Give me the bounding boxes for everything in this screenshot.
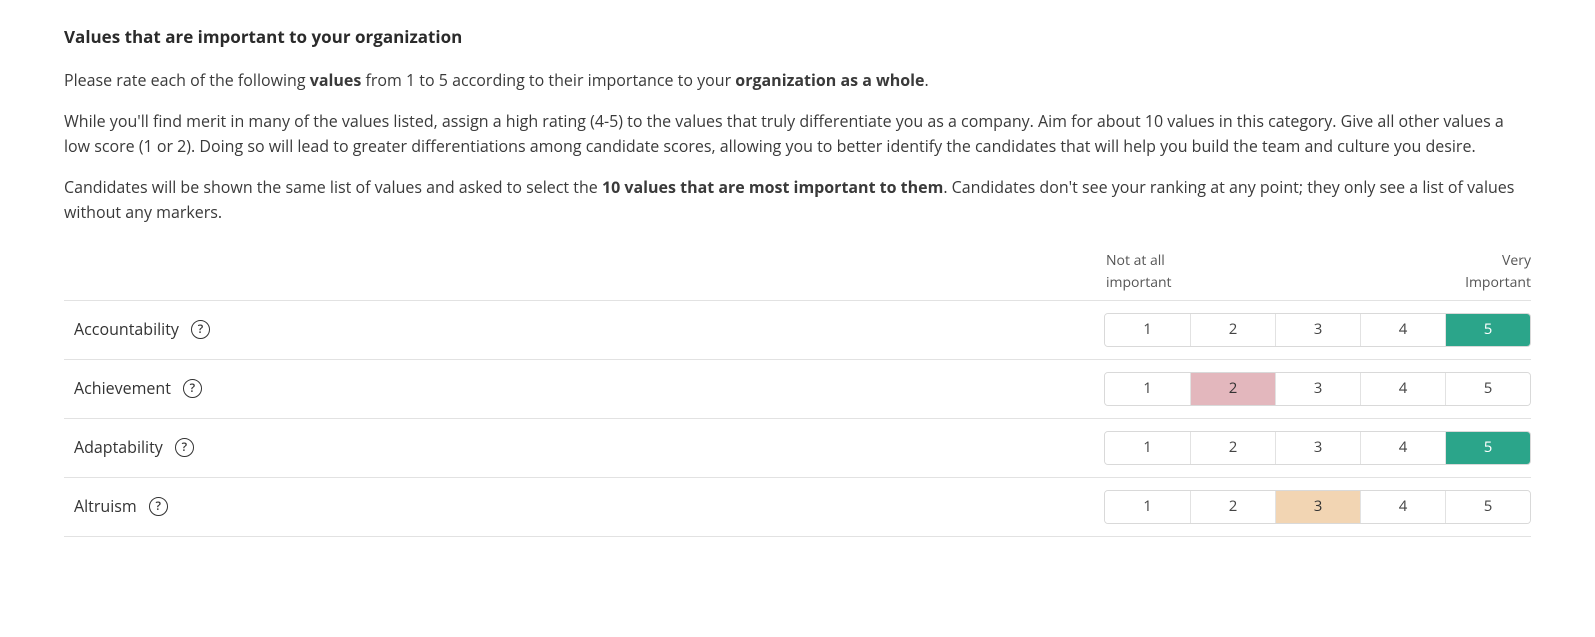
value-label: Altruism: [74, 494, 137, 519]
rating-option-2[interactable]: 2: [1190, 373, 1275, 405]
help-icon[interactable]: ?: [191, 320, 210, 339]
rating-option-3[interactable]: 3: [1275, 373, 1360, 405]
rating-option-5[interactable]: 5: [1445, 373, 1530, 405]
rating-option-5[interactable]: 5: [1445, 432, 1530, 464]
rating-option-2[interactable]: 2: [1190, 432, 1275, 464]
rating-group: 12345: [1104, 313, 1531, 347]
scale-header: Not at all important Very Important: [64, 240, 1531, 299]
intro-paragraph-1: Please rate each of the following values…: [64, 68, 1531, 93]
value-label: Adaptability: [74, 435, 163, 460]
rating-group: 12345: [1104, 490, 1531, 524]
rating-group: 12345: [1104, 372, 1531, 406]
intro-paragraph-2: While you'll find merit in many of the v…: [64, 109, 1531, 159]
value-label-wrap: Altruism?: [64, 494, 168, 519]
scale-high-line2: Important: [1446, 272, 1531, 294]
rating-option-3[interactable]: 3: [1275, 314, 1360, 346]
scale-high-line1: Very: [1446, 250, 1531, 272]
scale-low-label: Not at all important: [1106, 250, 1191, 293]
scale-low-line1: Not at all: [1106, 250, 1191, 272]
intro-1-bold-org: organization as a whole: [735, 69, 924, 91]
rating-option-4[interactable]: 4: [1360, 373, 1445, 405]
rating-row: Altruism? 12345: [64, 477, 1531, 537]
value-label-wrap: Accountability?: [64, 317, 210, 342]
help-icon[interactable]: ?: [175, 438, 194, 457]
scale-spacer: [1191, 250, 1446, 293]
help-icon[interactable]: ?: [183, 379, 202, 398]
rating-option-4[interactable]: 4: [1360, 314, 1445, 346]
intro-3-bold-10values: 10 values that are most important to the…: [602, 176, 943, 198]
intro-3-text-a: Candidates will be shown the same list o…: [64, 176, 602, 198]
value-label-wrap: Achievement?: [64, 376, 202, 401]
rating-group: 12345: [1104, 431, 1531, 465]
rating-option-1[interactable]: 1: [1105, 373, 1190, 405]
value-label-wrap: Adaptability?: [64, 435, 194, 460]
rating-option-3[interactable]: 3: [1275, 491, 1360, 523]
rating-option-2[interactable]: 2: [1190, 491, 1275, 523]
rating-option-1[interactable]: 1: [1105, 314, 1190, 346]
intro-1-bold-values: values: [310, 69, 362, 91]
rating-option-3[interactable]: 3: [1275, 432, 1360, 464]
rating-option-1[interactable]: 1: [1105, 491, 1190, 523]
value-label: Achievement: [74, 376, 171, 401]
rating-row: Adaptability? 12345: [64, 418, 1531, 477]
rating-option-5[interactable]: 5: [1445, 314, 1530, 346]
rating-option-4[interactable]: 4: [1360, 432, 1445, 464]
intro-1-text-e: .: [925, 69, 929, 91]
scale-high-label: Very Important: [1446, 250, 1531, 293]
rating-option-5[interactable]: 5: [1445, 491, 1530, 523]
rating-rows: Accountability?12345Achievement?12345Ada…: [64, 300, 1531, 537]
intro-paragraph-3: Candidates will be shown the same list o…: [64, 175, 1531, 225]
rating-option-2[interactable]: 2: [1190, 314, 1275, 346]
rating-option-4[interactable]: 4: [1360, 491, 1445, 523]
intro-1-text-a: Please rate each of the following: [64, 69, 310, 91]
rating-row: Accountability? 12345: [64, 300, 1531, 359]
rating-option-1[interactable]: 1: [1105, 432, 1190, 464]
scale-low-line2: important: [1106, 272, 1191, 294]
value-label: Accountability: [74, 317, 179, 342]
intro-1-text-c: from 1 to 5 according to their importanc…: [361, 69, 735, 91]
help-icon[interactable]: ?: [149, 497, 168, 516]
page-title: Values that are important to your organi…: [64, 24, 1531, 50]
rating-row: Achievement? 12345: [64, 359, 1531, 418]
